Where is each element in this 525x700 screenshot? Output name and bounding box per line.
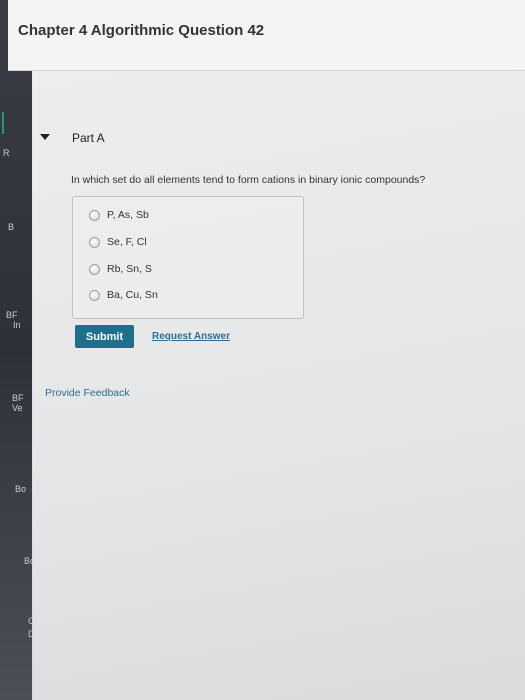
part-title[interactable]: Part A — [72, 131, 105, 145]
radio-button[interactable] — [89, 209, 100, 221]
question-content — [33, 71, 525, 700]
option-label: Se, F, Cl — [107, 236, 147, 248]
page-header: Chapter 4 Algorithmic Question 42 — [8, 0, 525, 71]
answer-option[interactable]: P, As, Sb — [89, 207, 149, 223]
submit-button[interactable]: Submit — [75, 325, 134, 348]
radio-button[interactable] — [89, 289, 100, 301]
answer-option[interactable]: Ba, Cu, Sn — [89, 287, 158, 303]
provide-feedback-link[interactable]: Provide Feedback — [45, 387, 130, 399]
collapse-triangle-icon[interactable] — [40, 134, 50, 140]
option-label: Rb, Sn, S — [107, 263, 152, 275]
radio-button[interactable] — [89, 236, 100, 248]
option-label: Ba, Cu, Sn — [107, 289, 158, 301]
page-title: Chapter 4 Algorithmic Question 42 — [18, 22, 265, 39]
option-label: P, As, Sb — [107, 209, 149, 221]
answer-option[interactable]: Rb, Sn, S — [89, 261, 152, 277]
main-area: Chapter 4 Algorithmic Question 42 Part A… — [0, 0, 525, 700]
request-answer-link[interactable]: Request Answer — [152, 331, 230, 342]
radio-button[interactable] — [89, 263, 100, 275]
question-text: In which set do all elements tend to for… — [71, 174, 426, 186]
answer-option[interactable]: Se, F, Cl — [89, 234, 147, 250]
answer-options: P, As, Sb Se, F, Cl Rb, Sn, S Ba, Cu, Sn — [72, 196, 304, 319]
